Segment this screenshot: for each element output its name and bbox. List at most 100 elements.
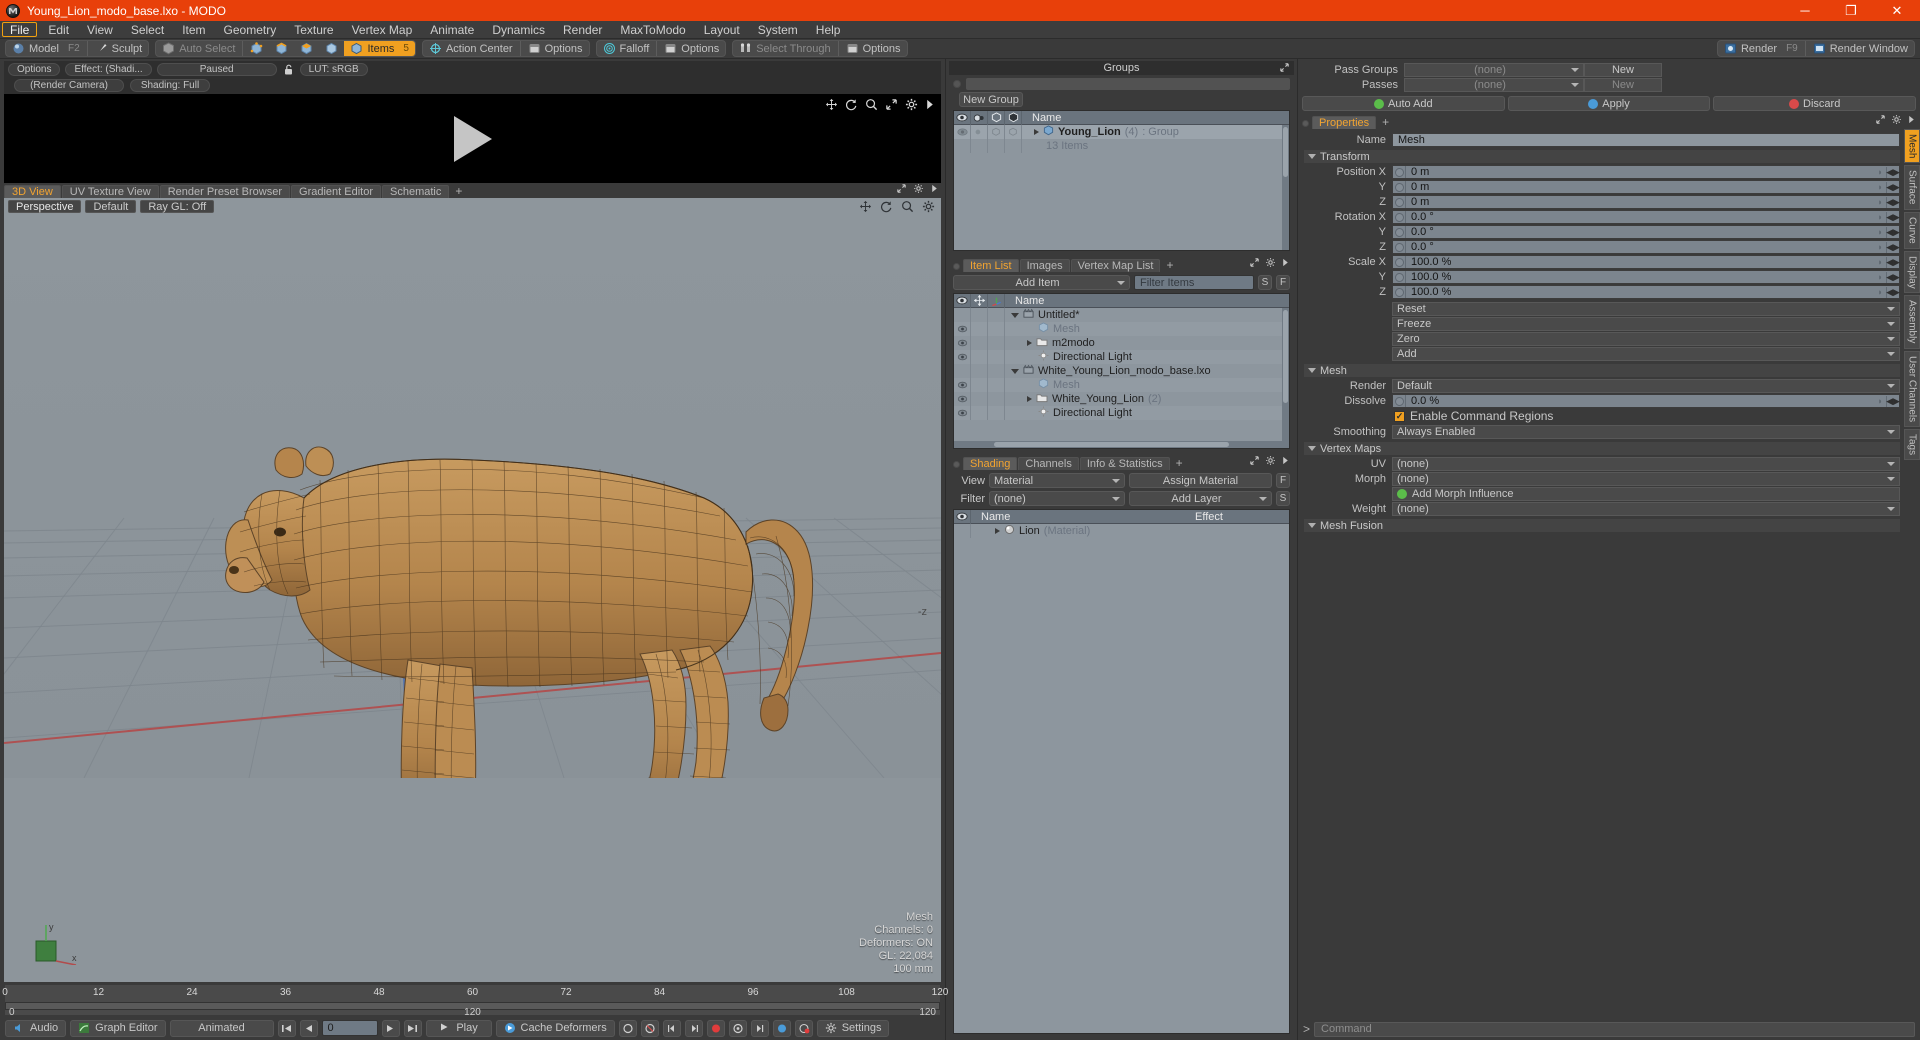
- expander-icon[interactable]: [1027, 396, 1032, 402]
- transform-row-input[interactable]: 0 m ◗ ◀▶: [1392, 180, 1900, 194]
- clear-key-button[interactable]: [794, 1019, 813, 1037]
- menu-item-animate[interactable]: Animate: [421, 21, 483, 38]
- step-back-button[interactable]: [299, 1019, 318, 1037]
- transform-row-input[interactable]: 0 m ◗ ◀▶: [1392, 195, 1900, 209]
- record-button[interactable]: [706, 1019, 725, 1037]
- row-move-cell[interactable]: [971, 364, 988, 378]
- row-axis-cell[interactable]: [988, 392, 1005, 406]
- tab-render-preset-browser[interactable]: Render Preset Browser: [159, 185, 291, 198]
- stepper-arrows[interactable]: ◀▶: [1886, 196, 1900, 208]
- eye-icon[interactable]: [954, 509, 971, 524]
- falloff-button[interactable]: Falloff: [597, 41, 656, 56]
- fit-icon[interactable]: [885, 98, 898, 111]
- skip-start-button[interactable]: [277, 1019, 296, 1037]
- row-eye-cell[interactable]: [954, 378, 971, 392]
- row-move-cell[interactable]: [971, 378, 988, 392]
- preview-options-button[interactable]: Options: [8, 63, 61, 76]
- play-arrow-icon[interactable]: [930, 183, 939, 197]
- minimize-button[interactable]: ─: [1782, 0, 1828, 21]
- animated-dropdown[interactable]: Animated: [169, 1019, 274, 1037]
- row-eye-cell[interactable]: [954, 308, 971, 322]
- dissolve-input[interactable]: 0.0 % ◗ ◀▶: [1392, 394, 1900, 408]
- value-knob[interactable]: [1393, 181, 1406, 193]
- transform-section-header[interactable]: Transform: [1304, 150, 1900, 163]
- groups-scrollbar[interactable]: [1282, 125, 1289, 250]
- zoom-icon[interactable]: [901, 200, 914, 216]
- falloff-options-button[interactable]: Options: [658, 41, 725, 56]
- row-axis-cell[interactable]: [988, 378, 1005, 392]
- value-knob[interactable]: [1393, 286, 1406, 298]
- fast-forward-button[interactable]: [403, 1019, 422, 1037]
- axis-icon[interactable]: [988, 293, 1005, 308]
- refresh-icon[interactable]: [880, 200, 893, 216]
- prev-key-button[interactable]: [662, 1019, 681, 1037]
- lock-icon[interactable]: [988, 110, 1005, 125]
- side-tab-mesh[interactable]: Mesh: [1904, 129, 1920, 164]
- select-through-options-button[interactable]: Options: [840, 41, 907, 56]
- stepper-arrows[interactable]: ◀▶: [1886, 241, 1900, 253]
- zoom-icon[interactable]: [865, 98, 878, 111]
- menu-item-edit[interactable]: Edit: [39, 21, 78, 38]
- row-axis-cell[interactable]: [988, 322, 1005, 336]
- filter-items-input[interactable]: Filter Items: [1134, 275, 1254, 290]
- transform-row-input[interactable]: 100.0 % ◗ ◀▶: [1392, 255, 1900, 269]
- panel-dot-icon[interactable]: [953, 461, 960, 468]
- row-axis-cell[interactable]: [988, 406, 1005, 420]
- view-dropdown[interactable]: Material: [989, 473, 1125, 488]
- stepper-arrows[interactable]: ◀▶: [1886, 256, 1900, 268]
- row-axis-cell[interactable]: [988, 308, 1005, 322]
- stepper-arrows[interactable]: ◀▶: [1886, 226, 1900, 238]
- assign-f-button[interactable]: F: [1276, 473, 1290, 488]
- autokey-button[interactable]: [728, 1019, 747, 1037]
- viewport-default-button[interactable]: Default: [85, 200, 137, 213]
- play-button[interactable]: Play: [425, 1019, 492, 1037]
- timeline[interactable]: 0 12 24 36 48 60 72 84 96 108 120 0 120 120: [2, 984, 948, 1018]
- select-through-button[interactable]: Select Through: [733, 41, 836, 56]
- tab-gradient-editor[interactable]: Gradient Editor: [291, 185, 381, 198]
- scrollbar-thumb[interactable]: [994, 442, 1229, 447]
- viewport-raygl-button[interactable]: Ray GL: Off: [140, 200, 215, 213]
- value-knob[interactable]: [1393, 241, 1406, 253]
- table-row[interactable]: Directional Light: [954, 406, 1289, 420]
- row-eye-cell[interactable]: [954, 139, 971, 153]
- value-knob[interactable]: [1393, 226, 1406, 238]
- smoothing-dropdown[interactable]: Always Enabled: [1392, 425, 1900, 439]
- row-axis-cell[interactable]: [988, 336, 1005, 350]
- passes-dropdown[interactable]: (none): [1404, 78, 1584, 92]
- tab-vertex-map-list[interactable]: Vertex Map List: [1070, 259, 1161, 272]
- polygons-mode-button[interactable]: [294, 41, 319, 56]
- gear-icon[interactable]: [1265, 257, 1276, 271]
- menu-item-layout[interactable]: Layout: [695, 21, 749, 38]
- table-row[interactable]: Untitled*: [954, 308, 1289, 322]
- select-icon[interactable]: [1005, 110, 1022, 125]
- stepper-arrows[interactable]: ◀▶: [1886, 271, 1900, 283]
- play-triangle-icon[interactable]: [453, 115, 492, 162]
- unlock-icon[interactable]: [282, 63, 295, 76]
- menu-item-view[interactable]: View: [78, 21, 122, 38]
- side-tab-user-channels[interactable]: User Channels: [1904, 350, 1920, 427]
- transform-row-input[interactable]: 0.0 ° ◗ ◀▶: [1392, 210, 1900, 224]
- row-move-cell[interactable]: [971, 350, 988, 364]
- no-key-button[interactable]: [640, 1019, 659, 1037]
- gear-icon[interactable]: [1265, 455, 1276, 469]
- menu-item-render[interactable]: Render: [554, 21, 611, 38]
- menu-item-geometry[interactable]: Geometry: [215, 21, 286, 38]
- audio-button[interactable]: Audio: [5, 1019, 67, 1037]
- mesh-fusion-section-header[interactable]: Mesh Fusion: [1304, 519, 1900, 532]
- side-tab-display[interactable]: Display: [1904, 250, 1920, 294]
- tab-item-list[interactable]: Item List: [963, 259, 1019, 272]
- render-camera-button[interactable]: (Render Camera): [14, 79, 124, 92]
- table-row[interactable]: White_Young_Lion (2): [954, 392, 1289, 406]
- end-key-button[interactable]: [750, 1019, 769, 1037]
- transform-row-input[interactable]: 100.0 % ◗ ◀▶: [1392, 270, 1900, 284]
- step-forward-button[interactable]: [381, 1019, 400, 1037]
- expand-icon[interactable]: [1249, 257, 1260, 271]
- expand-icon[interactable]: [896, 183, 907, 197]
- value-knob[interactable]: [1393, 166, 1406, 178]
- vertices-mode-button[interactable]: [244, 41, 269, 56]
- groups-list[interactable]: Name Young_Lion (4) : Group 13 Items: [953, 110, 1290, 251]
- value-knob[interactable]: [1393, 271, 1406, 283]
- shading-list-body[interactable]: Lion (Material): [954, 524, 1289, 1033]
- name-input[interactable]: Mesh: [1392, 133, 1900, 147]
- tab-uv-texture-view[interactable]: UV Texture View: [61, 185, 159, 198]
